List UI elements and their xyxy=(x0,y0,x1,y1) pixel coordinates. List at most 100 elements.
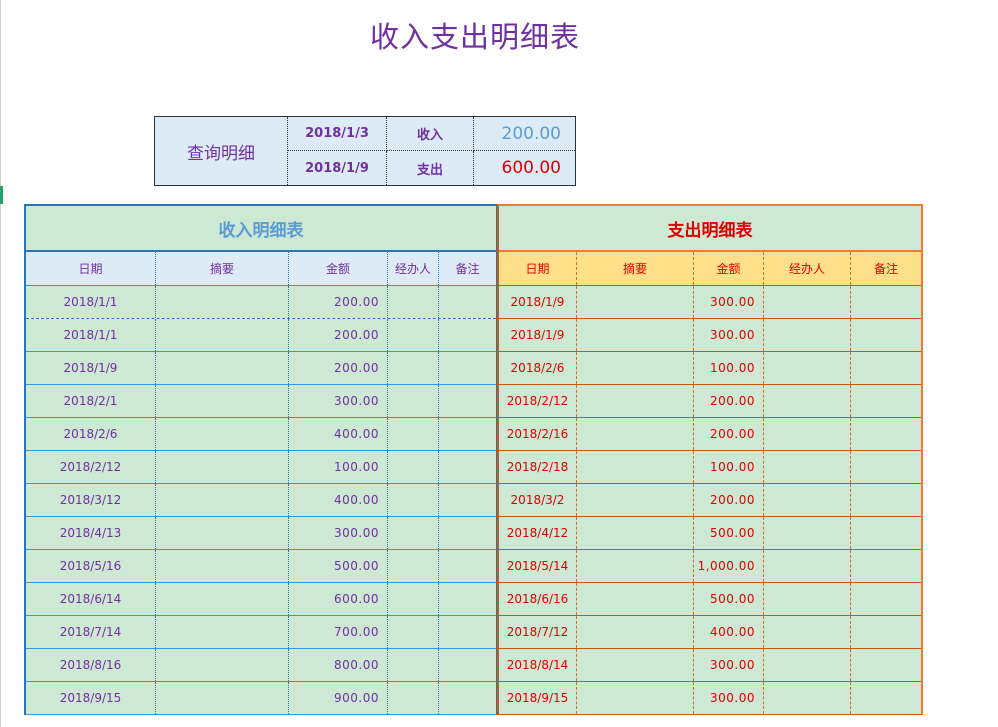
expense-cell-amount[interactable]: 400.00 xyxy=(693,616,763,648)
income-cell-handler[interactable] xyxy=(387,616,438,648)
expense-cell-handler[interactable] xyxy=(763,319,850,351)
expense-cell-note[interactable] xyxy=(850,682,921,714)
expense-cell-date[interactable]: 2018/2/16 xyxy=(499,418,576,450)
income-cell-amount[interactable]: 400.00 xyxy=(288,484,387,516)
expense-cell-amount[interactable]: 1,000.00 xyxy=(693,550,763,582)
income-cell-amount[interactable]: 300.00 xyxy=(288,385,387,417)
expense-cell-amount[interactable]: 300.00 xyxy=(693,649,763,681)
expense-cell-note[interactable] xyxy=(850,418,921,450)
expense-cell-summary[interactable] xyxy=(576,583,693,615)
income-cell-summary[interactable] xyxy=(155,616,288,648)
income-cell-summary[interactable] xyxy=(155,682,288,714)
expense-cell-date[interactable]: 2018/9/15 xyxy=(499,682,576,714)
income-cell-amount[interactable]: 300.00 xyxy=(288,517,387,549)
income-cell-note[interactable] xyxy=(438,451,496,483)
expense-cell-amount[interactable]: 300.00 xyxy=(693,682,763,714)
income-cell-handler[interactable] xyxy=(387,583,438,615)
income-cell-handler[interactable] xyxy=(387,385,438,417)
expense-cell-date[interactable]: 2018/2/6 xyxy=(499,352,576,384)
expense-cell-handler[interactable] xyxy=(763,517,850,549)
expense-cell-note[interactable] xyxy=(850,550,921,582)
income-cell-amount[interactable]: 900.00 xyxy=(288,682,387,714)
expense-cell-amount[interactable]: 200.00 xyxy=(693,418,763,450)
expense-cell-handler[interactable] xyxy=(763,682,850,714)
expense-cell-note[interactable] xyxy=(850,286,921,318)
expense-cell-amount[interactable]: 100.00 xyxy=(693,352,763,384)
income-col-note[interactable]: 备注 xyxy=(438,252,496,285)
income-cell-date[interactable]: 2018/1/9 xyxy=(26,352,155,384)
income-cell-summary[interactable] xyxy=(155,517,288,549)
query-start-date[interactable]: 2018/1/3 xyxy=(288,117,387,151)
income-cell-note[interactable] xyxy=(438,583,496,615)
expense-col-note[interactable]: 备注 xyxy=(850,252,921,285)
income-cell-date[interactable]: 2018/3/12 xyxy=(26,484,155,516)
income-cell-handler[interactable] xyxy=(387,517,438,549)
expense-cell-note[interactable] xyxy=(850,649,921,681)
income-cell-summary[interactable] xyxy=(155,484,288,516)
income-cell-handler[interactable] xyxy=(387,451,438,483)
income-cell-amount[interactable]: 200.00 xyxy=(288,319,387,351)
expense-cell-note[interactable] xyxy=(850,319,921,351)
income-cell-date[interactable]: 2018/9/15 xyxy=(26,682,155,714)
income-cell-handler[interactable] xyxy=(387,319,438,351)
income-cell-date[interactable]: 2018/2/6 xyxy=(26,418,155,450)
expense-col-handler[interactable]: 经办人 xyxy=(763,252,850,285)
income-cell-summary[interactable] xyxy=(155,352,288,384)
expense-cell-date[interactable]: 2018/2/12 xyxy=(499,385,576,417)
income-cell-amount[interactable]: 400.00 xyxy=(288,418,387,450)
income-cell-date[interactable]: 2018/1/1 xyxy=(26,286,155,318)
expense-cell-date[interactable]: 2018/1/9 xyxy=(499,286,576,318)
expense-col-date[interactable]: 日期 xyxy=(499,252,576,285)
expense-cell-amount[interactable]: 200.00 xyxy=(693,484,763,516)
income-cell-date[interactable]: 2018/6/14 xyxy=(26,583,155,615)
expense-cell-handler[interactable] xyxy=(763,484,850,516)
expense-cell-handler[interactable] xyxy=(763,451,850,483)
income-cell-note[interactable] xyxy=(438,319,496,351)
expense-cell-summary[interactable] xyxy=(576,649,693,681)
income-cell-amount[interactable]: 100.00 xyxy=(288,451,387,483)
expense-cell-summary[interactable] xyxy=(576,418,693,450)
income-cell-handler[interactable] xyxy=(387,682,438,714)
expense-cell-summary[interactable] xyxy=(576,286,693,318)
income-cell-amount[interactable]: 800.00 xyxy=(288,649,387,681)
income-cell-summary[interactable] xyxy=(155,319,288,351)
income-cell-note[interactable] xyxy=(438,517,496,549)
expense-cell-date[interactable]: 2018/6/16 xyxy=(499,583,576,615)
income-cell-note[interactable] xyxy=(438,682,496,714)
income-col-date[interactable]: 日期 xyxy=(26,252,155,285)
income-cell-handler[interactable] xyxy=(387,286,438,318)
expense-cell-amount[interactable]: 200.00 xyxy=(693,385,763,417)
income-cell-summary[interactable] xyxy=(155,385,288,417)
expense-cell-note[interactable] xyxy=(850,583,921,615)
expense-cell-handler[interactable] xyxy=(763,385,850,417)
expense-col-amount[interactable]: 金额 xyxy=(693,252,763,285)
expense-col-summary[interactable]: 摘要 xyxy=(576,252,693,285)
expense-cell-note[interactable] xyxy=(850,616,921,648)
income-cell-note[interactable] xyxy=(438,484,496,516)
income-cell-summary[interactable] xyxy=(155,583,288,615)
expense-cell-summary[interactable] xyxy=(576,682,693,714)
income-cell-summary[interactable] xyxy=(155,286,288,318)
income-cell-note[interactable] xyxy=(438,385,496,417)
income-cell-amount[interactable]: 700.00 xyxy=(288,616,387,648)
income-cell-date[interactable]: 2018/4/13 xyxy=(26,517,155,549)
expense-cell-amount[interactable]: 100.00 xyxy=(693,451,763,483)
expense-cell-handler[interactable] xyxy=(763,286,850,318)
income-cell-handler[interactable] xyxy=(387,550,438,582)
income-cell-note[interactable] xyxy=(438,286,496,318)
income-col-amount[interactable]: 金额 xyxy=(288,252,387,285)
income-col-handler[interactable]: 经办人 xyxy=(387,252,438,285)
expense-cell-note[interactable] xyxy=(850,352,921,384)
income-cell-date[interactable]: 2018/1/1 xyxy=(26,319,155,351)
expense-cell-handler[interactable] xyxy=(763,649,850,681)
income-cell-amount[interactable]: 200.00 xyxy=(288,352,387,384)
income-cell-date[interactable]: 2018/8/16 xyxy=(26,649,155,681)
query-expense-value[interactable]: 600.00 xyxy=(474,151,575,185)
expense-cell-handler[interactable] xyxy=(763,583,850,615)
expense-cell-note[interactable] xyxy=(850,451,921,483)
income-cell-note[interactable] xyxy=(438,649,496,681)
expense-cell-note[interactable] xyxy=(850,484,921,516)
query-end-date[interactable]: 2018/1/9 xyxy=(288,151,387,185)
expense-cell-amount[interactable]: 300.00 xyxy=(693,319,763,351)
income-cell-date[interactable]: 2018/7/14 xyxy=(26,616,155,648)
